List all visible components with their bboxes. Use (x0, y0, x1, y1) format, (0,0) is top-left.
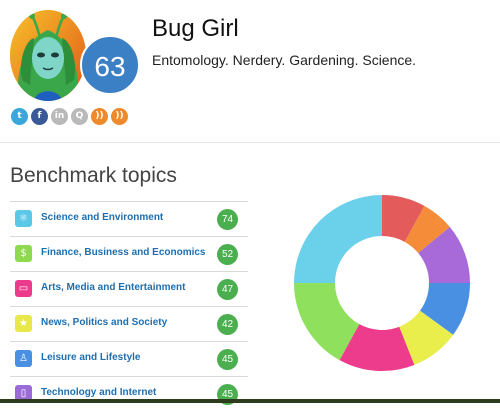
topics-donut-chart (294, 195, 470, 372)
bottom-bar (0, 399, 500, 403)
donut-slice (294, 195, 382, 283)
